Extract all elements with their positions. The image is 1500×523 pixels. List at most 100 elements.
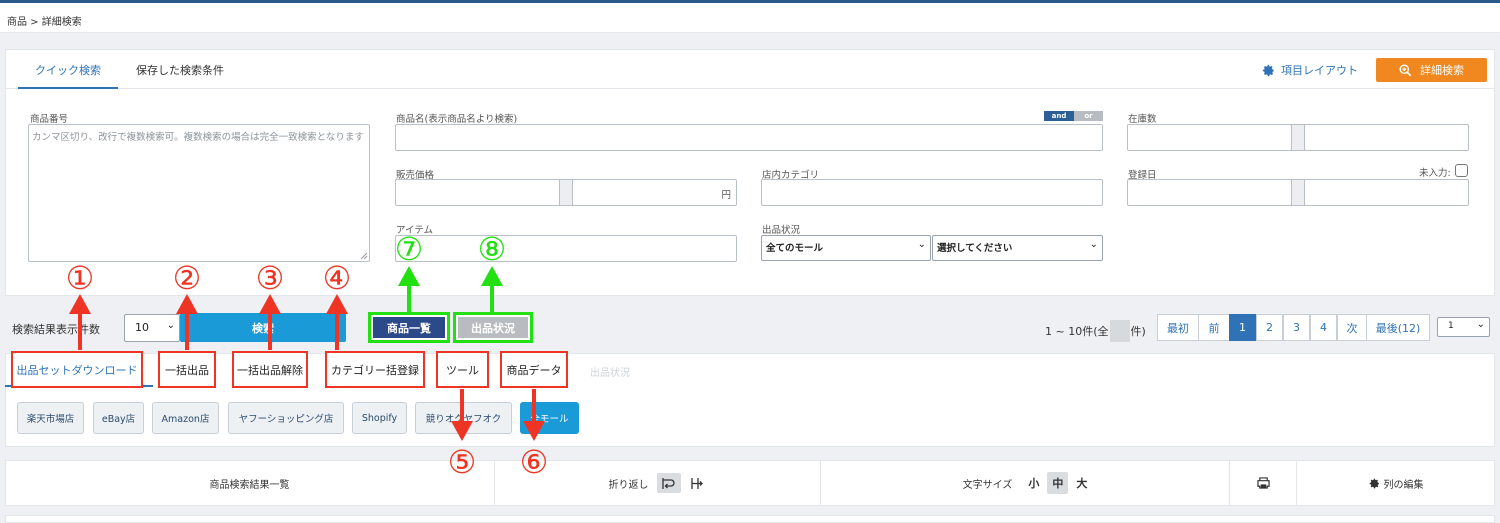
menu-tab-download-listing-set[interactable]: 出品セットダウンロード [11, 351, 143, 388]
font-size-medium[interactable]: 中 [1047, 472, 1069, 494]
mall-yahoo-shopping-button[interactable]: ヤフーショッピング店 [228, 402, 344, 434]
annotation-8: ⑧ [477, 230, 507, 268]
reg-date-separator [1291, 179, 1305, 206]
price-unit: 円 [721, 190, 731, 201]
print-button[interactable] [1230, 460, 1296, 506]
tab-saved-search[interactable]: 保存した検索条件 [130, 62, 230, 88]
page-1[interactable]: 1 [1229, 314, 1256, 341]
mall-select[interactable]: 全てのモール ⌄ [761, 235, 931, 261]
product-name-input[interactable] [395, 124, 1103, 151]
product-list-label: 商品一覧 [373, 317, 445, 338]
page-next[interactable]: 次 [1337, 314, 1367, 341]
font-size-controls: 文字サイズ 小 中 大 [821, 460, 1229, 506]
menu-tab-tools[interactable]: ツール [436, 351, 489, 388]
total-count-mask [1109, 320, 1130, 342]
status-select-value: 選択してください [937, 243, 1013, 254]
or-toggle[interactable]: or [1074, 111, 1103, 121]
annotation-5: ⑤ [447, 443, 477, 481]
tab-header-divider [5, 88, 1495, 89]
reg-date-start-input[interactable] [1127, 179, 1292, 206]
product-no-label: 商品番号 [30, 114, 69, 125]
annotation-1: ① [65, 259, 95, 297]
listing-status-button[interactable]: 出品状況 [453, 312, 533, 343]
results-count-label: 検索結果表示件数 [12, 323, 100, 336]
print-icon [1256, 477, 1270, 489]
menu-tab-bulk-listing[interactable]: 一括出品 [158, 351, 216, 388]
status-label: 出品状況 [762, 225, 801, 236]
breadcrumb: 商品 > 詳細検索 [7, 17, 82, 28]
mall-yahoo-auction-button[interactable]: 競りオクヤフオク [415, 402, 512, 434]
menu-tab-bulk-unlisting[interactable]: 一括出品解除 [232, 351, 308, 388]
chevron-down-icon: ⌄ [1089, 239, 1098, 250]
layout-settings-link[interactable]: 項目レイアウト [1262, 62, 1358, 78]
wrap-off-icon[interactable] [689, 473, 707, 493]
mall-amazon-button[interactable]: Amazon店 [152, 402, 219, 434]
wrap-on-icon[interactable] [656, 473, 681, 493]
search-button[interactable]: 検索 [180, 313, 346, 342]
detail-search-button[interactable]: 詳細検索 [1376, 58, 1487, 82]
font-size-large[interactable]: 大 [1076, 475, 1087, 491]
stock-max-input[interactable] [1304, 124, 1469, 151]
mall-ebay-button[interactable]: eBay店 [93, 402, 144, 434]
item-input[interactable] [395, 235, 737, 262]
page-2[interactable]: 2 [1256, 314, 1283, 341]
reg-date-end-input[interactable] [1304, 179, 1469, 206]
mall-select-value: 全てのモール [766, 243, 824, 254]
result-range: 1 ~ 10件(全 件) [1045, 320, 1146, 342]
result-range-suffix: 件) [1130, 325, 1146, 338]
edit-columns-label: 列の編集 [1383, 479, 1424, 491]
page-3[interactable]: 3 [1283, 314, 1310, 341]
page-jump-select[interactable]: 1 ⌄ [1437, 317, 1490, 337]
price-range-separator [559, 179, 573, 206]
page-4[interactable]: 4 [1310, 314, 1337, 341]
resize-handle-icon[interactable] [360, 252, 368, 260]
page-jump-value: 1 [1448, 321, 1454, 331]
status-select[interactable]: 選択してください ⌄ [932, 235, 1103, 261]
edit-columns-button[interactable]: 列の編集 [1297, 460, 1495, 506]
page-prev[interactable]: 前 [1198, 314, 1230, 341]
font-size-small[interactable]: 小 [1028, 475, 1039, 491]
menu-tab-category-bulk-register[interactable]: カテゴリー括登録 [325, 351, 425, 388]
product-list-button[interactable]: 商品一覧 [368, 312, 450, 343]
chevron-down-icon: ⌄ [1476, 319, 1485, 330]
stock-min-input[interactable] [1127, 124, 1292, 151]
menu-tab-product-data[interactable]: 商品データ [500, 351, 568, 388]
product-no-placeholder: カンマ区切り、改行で複数検索可。複数検索の場合は完全一致検索となります [32, 132, 364, 143]
zoom-in-icon [1399, 63, 1412, 76]
chevron-down-icon: ⌄ [917, 239, 926, 250]
gear-icon [1369, 478, 1379, 488]
product-no-textarea[interactable]: カンマ区切り、改行で複数検索可。複数検索の場合は完全一致検索となります [28, 124, 370, 262]
annotation-3: ③ [255, 259, 285, 297]
and-toggle[interactable]: and [1044, 111, 1074, 121]
result-range-prefix: 1 ~ 10件(全 [1045, 325, 1109, 338]
results-list-title-text: 商品検索結果一覧 [209, 479, 290, 491]
stock-label: 在庫数 [1128, 114, 1157, 125]
stock-range-separator [1291, 124, 1305, 151]
results-table-top [5, 515, 1495, 523]
chevron-down-icon: ⌄ [166, 320, 175, 331]
tab-quick-search[interactable]: クイック検索 [18, 62, 118, 89]
layout-settings-label: 項目レイアウト [1281, 64, 1358, 77]
category-input[interactable] [761, 179, 1103, 206]
mall-rakuten-button[interactable]: 楽天市場店 [17, 402, 84, 434]
price-min-input[interactable] [395, 179, 560, 206]
page-first[interactable]: 最初 [1157, 314, 1199, 341]
per-page-select[interactable]: 10 ⌄ [124, 314, 180, 342]
wrap-label: 折り返し [608, 479, 649, 491]
per-page-value: 10 [135, 321, 149, 334]
mall-shopify-button[interactable]: Shopify [352, 402, 407, 434]
font-size-label: 文字サイズ [962, 479, 1013, 491]
results-list-title: 商品検索結果一覧 [5, 460, 494, 506]
menu-tab-faded-listing-status[interactable]: 出品状況 [590, 364, 630, 379]
breadcrumb-bar: 商品 > 詳細検索 [0, 3, 1500, 33]
annotation-2: ② [172, 259, 202, 297]
product-name-label: 商品名(表示商品名より検索) [396, 114, 518, 125]
unentered-label: 未入力: [1419, 168, 1451, 179]
price-max-input[interactable]: 円 [572, 179, 737, 206]
unentered-checkbox[interactable] [1455, 164, 1468, 177]
annotation-4: ④ [322, 259, 352, 297]
page-last[interactable]: 最後(12) [1366, 314, 1430, 341]
listing-status-label: 出品状況 [458, 317, 528, 338]
gear-icon [1262, 64, 1274, 76]
mall-all-button[interactable]: 全モール [520, 402, 579, 434]
